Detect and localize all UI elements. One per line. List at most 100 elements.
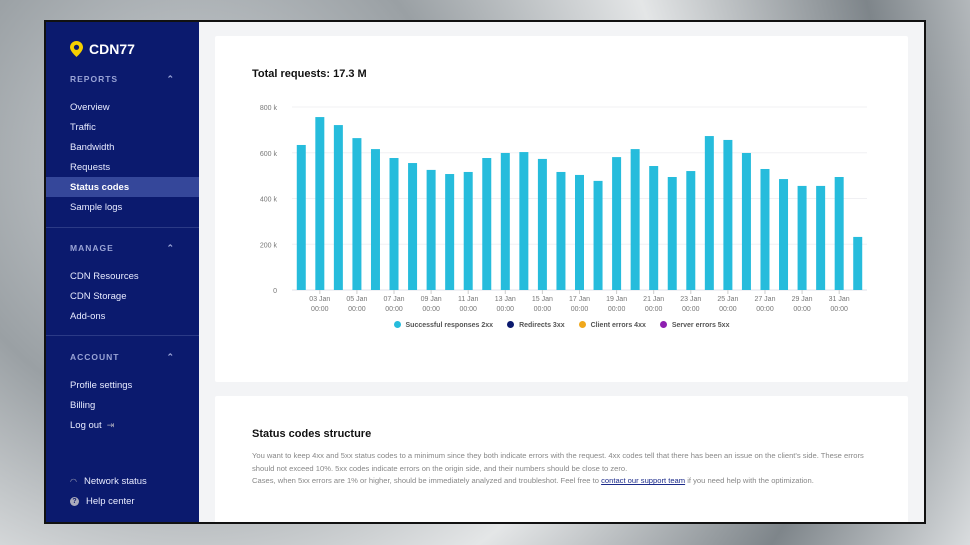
- bar-05-Jan[interactable]: [352, 138, 362, 290]
- help-icon: ?: [70, 496, 79, 506]
- sidebar-item-cdn-resources[interactable]: CDN Resources: [46, 266, 199, 286]
- legend-item[interactable]: Server errors 5xx: [659, 321, 729, 329]
- bar-19-Jan[interactable]: [612, 157, 622, 290]
- bar-18-Jan[interactable]: [593, 180, 603, 290]
- sidebar-item-bandwidth[interactable]: Bandwidth: [46, 137, 199, 157]
- x-tick-label: 07 Jan: [384, 296, 405, 303]
- bar-16-Jan[interactable]: [556, 171, 566, 290]
- x-tick-time: 00:00: [756, 306, 774, 313]
- section-header[interactable]: MANAGE ⌃: [46, 238, 199, 258]
- x-tick-label: 11 Jan: [458, 296, 479, 303]
- x-tick-time: 00:00: [497, 306, 515, 313]
- x-tick-time: 00:00: [793, 306, 811, 313]
- legend-dot: [578, 321, 586, 328]
- sidebar-item-cdn-storage[interactable]: CDN Storage: [46, 286, 199, 306]
- x-tick-label: 03 Jan: [309, 296, 330, 303]
- bar-21-Jan[interactable]: [649, 166, 659, 290]
- bar-15-Jan[interactable]: [537, 158, 547, 290]
- legend-dot: [507, 321, 515, 328]
- bar-04-Jan[interactable]: [333, 125, 343, 290]
- bar-25-Jan[interactable]: [723, 139, 733, 290]
- bar-17-Jan[interactable]: [575, 174, 584, 290]
- bar-31-Jan[interactable]: [834, 176, 844, 290]
- sidebar-item-profile-settings[interactable]: Profile settings: [46, 375, 199, 395]
- bar-07-Jan[interactable]: [389, 158, 399, 290]
- bar-23-Jan[interactable]: [686, 171, 696, 290]
- sidebar-item-add-ons[interactable]: Add-ons: [46, 306, 199, 326]
- x-tick-label: 31 Jan: [829, 296, 850, 303]
- section-title: Status codes structure: [252, 428, 372, 440]
- y-tick-label: 600 k: [260, 151, 278, 158]
- x-tick-time: 00:00: [311, 306, 329, 313]
- sidebar-item-billing[interactable]: Billing: [46, 395, 199, 415]
- bar-27-Jan[interactable]: [760, 168, 770, 290]
- bar-28-Jan[interactable]: [779, 179, 789, 290]
- legend-dot: [393, 321, 401, 328]
- chevron-up-icon: ⌃: [166, 351, 175, 362]
- sidebar-section-manage: MANAGE ⌃ CDN Resources CDN Storage Add-ons: [46, 238, 199, 326]
- sidebar-section-reports: REPORTS ⌃ Overview Traffic Bandwidth Requests…: [46, 69, 199, 217]
- bar-03-Jan[interactable]: [315, 117, 325, 290]
- x-tick-label: 25 Jan: [717, 296, 738, 303]
- bar-08-Jan[interactable]: [408, 163, 418, 290]
- y-tick-label: 800 k: [260, 105, 278, 112]
- legend-item[interactable]: Redirects 3xx: [507, 321, 565, 329]
- x-tick-label: 27 Jan: [754, 296, 775, 303]
- section-header[interactable]: REPORTS ⌃: [46, 69, 199, 89]
- bar-20-Jan[interactable]: [630, 149, 640, 290]
- section-header[interactable]: ACCOUNT ⌃: [46, 347, 199, 367]
- bar-06-Jan[interactable]: [370, 149, 380, 290]
- x-tick-label: 23 Jan: [680, 296, 701, 303]
- chart-legend: Successful responses 2xx Redirects 3xx Cli…: [215, 321, 908, 329]
- bar-09-Jan[interactable]: [426, 169, 436, 290]
- x-tick-label: 17 Jan: [569, 296, 590, 303]
- bar-14-Jan[interactable]: [519, 152, 529, 290]
- x-tick-time: 00:00: [608, 306, 626, 313]
- y-tick-label: 200 k: [260, 242, 278, 249]
- requests-bar-chart: 0 200 k 400 k 600 k 800 k 03 Jan 00:00 05 Jan 00…: [260, 105, 867, 313]
- bar-13-Jan[interactable]: [500, 152, 510, 290]
- legend-dot: [659, 321, 667, 328]
- sidebar-item-requests[interactable]: Requests: [46, 157, 199, 177]
- sidebar-item-network-status[interactable]: ◠ Network status: [46, 471, 199, 491]
- x-tick-time: 00:00: [719, 306, 737, 313]
- sidebar-item-overview[interactable]: Overview: [46, 97, 199, 117]
- chart-card: Total requests: 17.3 M 0 200 k 400 k 600 k8…: [215, 36, 908, 382]
- sidebar-item-log-out[interactable]: Log out ⇥: [46, 415, 199, 435]
- x-tick-label: 05 Jan: [346, 296, 367, 303]
- app-window: CDN77 REPORTS ⌃ Overview Traffic Bandwidth Re…: [44, 20, 926, 524]
- legend-item[interactable]: Successful responses 2xx: [393, 321, 493, 329]
- sidebar-section-account: ACCOUNT ⌃ Profile settings Billing Log out ⇥: [46, 347, 199, 435]
- bar-29-Jan[interactable]: [797, 185, 807, 290]
- bar-26-Jan[interactable]: [741, 152, 751, 290]
- bar-11-Jan[interactable]: [463, 171, 473, 290]
- x-tick-time: 00:00: [385, 306, 403, 313]
- bar-02-Jan[interactable]: [296, 144, 306, 290]
- legend-item[interactable]: Client errors 4xx: [578, 321, 646, 329]
- sidebar: CDN77 REPORTS ⌃ Overview Traffic Bandwidth Re…: [46, 22, 199, 522]
- y-tick-label: 0: [273, 288, 277, 295]
- bar-24-Jan[interactable]: [704, 136, 714, 290]
- contact-support-link[interactable]: contact our support team: [601, 476, 685, 485]
- main-content: Total requests: 17.3 M 0 200 k 400 k 600 k8…: [199, 22, 924, 522]
- x-tick-time: 00:00: [830, 306, 848, 313]
- wifi-icon: ◠: [70, 476, 77, 486]
- sidebar-item-traffic[interactable]: Traffic: [46, 117, 199, 137]
- bar-01-Feb[interactable]: [853, 236, 863, 290]
- logo[interactable]: CDN77: [70, 41, 135, 57]
- bar-12-Jan[interactable]: [482, 158, 492, 290]
- x-tick-label: 29 Jan: [792, 296, 813, 303]
- x-tick-time: 00:00: [348, 306, 366, 313]
- sidebar-item-sample-logs[interactable]: Sample logs: [46, 197, 199, 217]
- y-tick-label: 400 k: [260, 197, 278, 204]
- sidebar-item-status-codes[interactable]: Status codes: [46, 177, 199, 197]
- bar-22-Jan[interactable]: [667, 176, 677, 290]
- sidebar-item-help-center[interactable]: ? Help center: [46, 491, 199, 511]
- bar-30-Jan[interactable]: [816, 185, 826, 290]
- brand-name: CDN77: [89, 41, 135, 57]
- bar-10-Jan[interactable]: [445, 174, 455, 290]
- status-structure-card: Status codes structure You want to keep …: [215, 396, 908, 522]
- logout-icon: ⇥: [106, 419, 115, 430]
- x-tick-label: 13 Jan: [495, 296, 516, 303]
- divider: [46, 227, 199, 228]
